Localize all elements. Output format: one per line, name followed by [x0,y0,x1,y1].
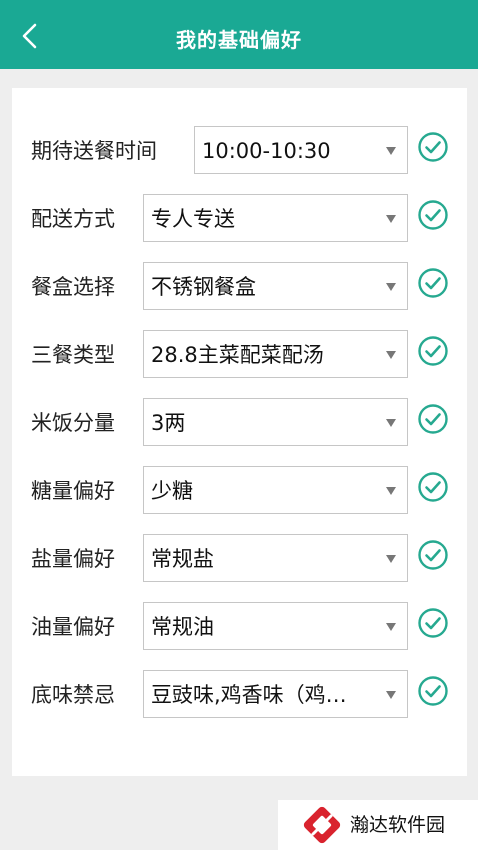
delivery-time-select[interactable]: 10:00-10:30 [194,126,408,174]
caret-down-icon [386,351,396,359]
sugar-select[interactable]: 少糖 [143,466,408,514]
select-value: 10:00-10:30 [202,139,331,163]
caret-down-icon [386,147,396,155]
caret-down-icon [386,691,396,699]
salt-select[interactable]: 常规盐 [143,534,408,582]
preference-row-sugar: 糖量偏好 少糖 [12,466,467,516]
preference-row-lunchbox: 餐盒选择 不锈钢餐盒 [12,262,467,312]
check-circle-icon[interactable] [417,607,449,639]
select-value: 28.8主菜配菜配汤 [151,343,324,367]
preference-label: 三餐类型 [31,343,115,367]
preference-row-delivery-time: 期待送餐时间 10:00-10:30 [12,126,467,176]
preference-label: 餐盒选择 [31,275,115,299]
caret-down-icon [386,623,396,631]
check-circle-icon[interactable] [417,199,449,231]
app-header: 我的基础偏好 [0,0,478,69]
select-value: 常规油 [151,615,214,639]
select-value: 3两 [151,411,186,435]
preferences-card: 期待送餐时间 10:00-10:30 配送方式 专人专送 餐盒选择 不锈钢餐盒 [12,88,467,776]
caret-down-icon [386,215,396,223]
brand-logo-icon [303,806,341,844]
preference-label: 底味禁忌 [31,683,115,707]
preference-row-delivery-method: 配送方式 专人专送 [12,194,467,244]
preference-row-meal-type: 三餐类型 28.8主菜配菜配汤 [12,330,467,380]
preference-row-oil: 油量偏好 常规油 [12,602,467,652]
check-circle-icon[interactable] [417,675,449,707]
preference-label: 油量偏好 [31,615,115,639]
check-circle-icon[interactable] [417,471,449,503]
select-value: 少糖 [151,479,193,503]
select-value: 专人专送 [151,207,235,231]
preference-row-flavor-taboo: 底味禁忌 豆豉味,鸡香味（鸡… [12,670,467,720]
caret-down-icon [386,487,396,495]
lunchbox-select[interactable]: 不锈钢餐盒 [143,262,408,310]
check-circle-icon[interactable] [417,539,449,571]
preference-label: 糖量偏好 [31,479,115,503]
preference-label: 米饭分量 [31,411,115,435]
oil-select[interactable]: 常规油 [143,602,408,650]
select-value: 豆豉味,鸡香味（鸡… [151,683,347,707]
caret-down-icon [386,283,396,291]
preference-row-salt: 盐量偏好 常规盐 [12,534,467,584]
select-value: 常规盐 [151,547,214,571]
check-circle-icon[interactable] [417,335,449,367]
check-circle-icon[interactable] [417,403,449,435]
watermark: 瀚达软件园 [278,800,478,850]
preference-label: 期待送餐时间 [31,139,157,163]
check-circle-icon[interactable] [417,267,449,299]
meal-type-select[interactable]: 28.8主菜配菜配汤 [143,330,408,378]
watermark-text: 瀚达软件园 [350,814,446,836]
preference-label: 盐量偏好 [31,547,115,571]
rice-portion-select[interactable]: 3两 [143,398,408,446]
caret-down-icon [386,555,396,563]
caret-down-icon [386,419,396,427]
preference-row-rice-portion: 米饭分量 3两 [12,398,467,448]
check-circle-icon[interactable] [417,131,449,163]
page-title: 我的基础偏好 [176,28,302,52]
select-value: 不锈钢餐盒 [151,275,256,299]
preference-label: 配送方式 [31,207,115,231]
delivery-method-select[interactable]: 专人专送 [143,194,408,242]
flavor-taboo-select[interactable]: 豆豉味,鸡香味（鸡… [143,670,408,718]
